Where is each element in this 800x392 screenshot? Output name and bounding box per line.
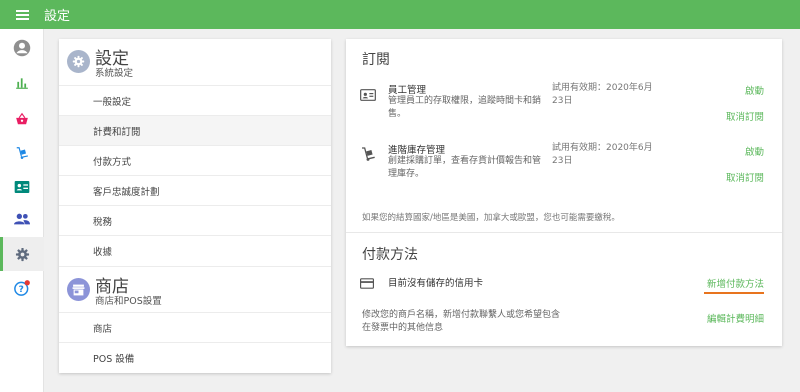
- employee-trial-expiry-line-2: 23日: [552, 96, 573, 106]
- contact-card-icon[interactable]: [0, 170, 44, 204]
- store-section-subtitle: 商店和POS設置: [95, 296, 162, 307]
- tax-note: 如果您的結算國家/地區是美國，加拿大或歐盟，您也可能需要繳稅。: [362, 213, 620, 223]
- employee-cancel-subscription-link[interactable]: 取消訂閱: [726, 109, 764, 123]
- payment-method-title: 付款方法: [362, 247, 418, 263]
- help-icon[interactable]: ?: [0, 271, 44, 305]
- employee-management-title: 員工管理: [388, 85, 427, 96]
- bar-chart-icon[interactable]: [0, 66, 44, 100]
- employee-activate-link[interactable]: 啟動: [745, 83, 764, 97]
- settings-gear-icon: [67, 50, 90, 73]
- id-card-icon: [360, 86, 376, 105]
- inventory-cart-icon: [360, 146, 376, 166]
- nav-item-general[interactable]: 一般設定: [59, 85, 331, 115]
- account-icon[interactable]: [0, 31, 44, 65]
- system-settings-header: 設定 系統設定: [59, 39, 331, 85]
- store-icon: [67, 278, 90, 301]
- svg-text:?: ?: [19, 285, 24, 295]
- nav-item-taxes[interactable]: 稅務: [59, 205, 331, 235]
- basket-icon[interactable]: [0, 102, 44, 136]
- link-underline: [704, 292, 764, 294]
- page-title: 設定: [44, 9, 71, 24]
- subscription-title: 訂閱: [362, 52, 390, 68]
- nav-item-payment-types[interactable]: 付款方式: [59, 145, 331, 175]
- billing-info-line-1: 修改您的商戶名稱，新增付款聯繫人或您希望包含: [362, 310, 561, 320]
- hamburger-menu-icon[interactable]: [0, 0, 44, 29]
- nav-item-loyalty[interactable]: 客戶忠誠度計劃: [59, 175, 331, 205]
- add-payment-method-link[interactable]: 新增付款方法: [707, 276, 764, 290]
- employee-trial-expiry-line-1: 試用有效期：2020年6月: [552, 83, 653, 93]
- inventory-trial-expiry-line-2: 23日: [552, 156, 573, 166]
- sidebar-nav: ?: [0, 29, 44, 392]
- top-app-bar: 設定: [0, 0, 800, 29]
- hand-truck-icon[interactable]: [0, 136, 44, 170]
- nav-item-pos-devices[interactable]: POS 設備: [59, 342, 331, 372]
- section-divider: [346, 232, 782, 233]
- edit-billing-details-link[interactable]: 編輯計費明細: [707, 311, 764, 325]
- inventory-cancel-subscription-link[interactable]: 取消訂閱: [726, 170, 764, 184]
- inventory-activate-link[interactable]: 啟動: [745, 144, 764, 158]
- store-settings-header: 商店 商店和POS設置: [59, 266, 331, 312]
- advanced-inventory-desc-line-2: 理庫存。: [388, 169, 425, 179]
- advanced-inventory-title: 進階庫存管理: [388, 145, 446, 156]
- credit-card-icon: [360, 274, 374, 293]
- system-section-subtitle: 系統設定: [95, 68, 134, 79]
- employee-management-desc-line-2: 售。: [388, 109, 407, 119]
- billing-info-line-2: 在發票中的其他信息: [362, 323, 444, 333]
- people-icon[interactable]: [0, 202, 44, 236]
- nav-item-stores[interactable]: 商店: [59, 312, 331, 342]
- inventory-trial-expiry-line-1: 試用有效期：2020年6月: [552, 143, 653, 153]
- nav-item-billing[interactable]: 計費和訂閱: [59, 115, 331, 145]
- settings-menu-card: 設定 系統設定 一般設定 計費和訂閱 付款方式 客戶忠誠度計劃 稅務 收據 商店…: [59, 39, 331, 373]
- no-saved-card-text: 目前沒有儲存的信用卡: [388, 278, 484, 289]
- advanced-inventory-desc-line-1: 創建採購訂單，查看存貨計價報告和管: [388, 156, 542, 166]
- billing-card: 訂閱 員工管理 管理員工的存取權限，追蹤時間卡和銷 售。 試用有效期：2020年…: [346, 39, 782, 346]
- employee-management-desc-line-1: 管理員工的存取權限，追蹤時間卡和銷: [388, 96, 542, 106]
- nav-item-receipts[interactable]: 收據: [59, 235, 331, 265]
- gear-icon[interactable]: [0, 237, 44, 271]
